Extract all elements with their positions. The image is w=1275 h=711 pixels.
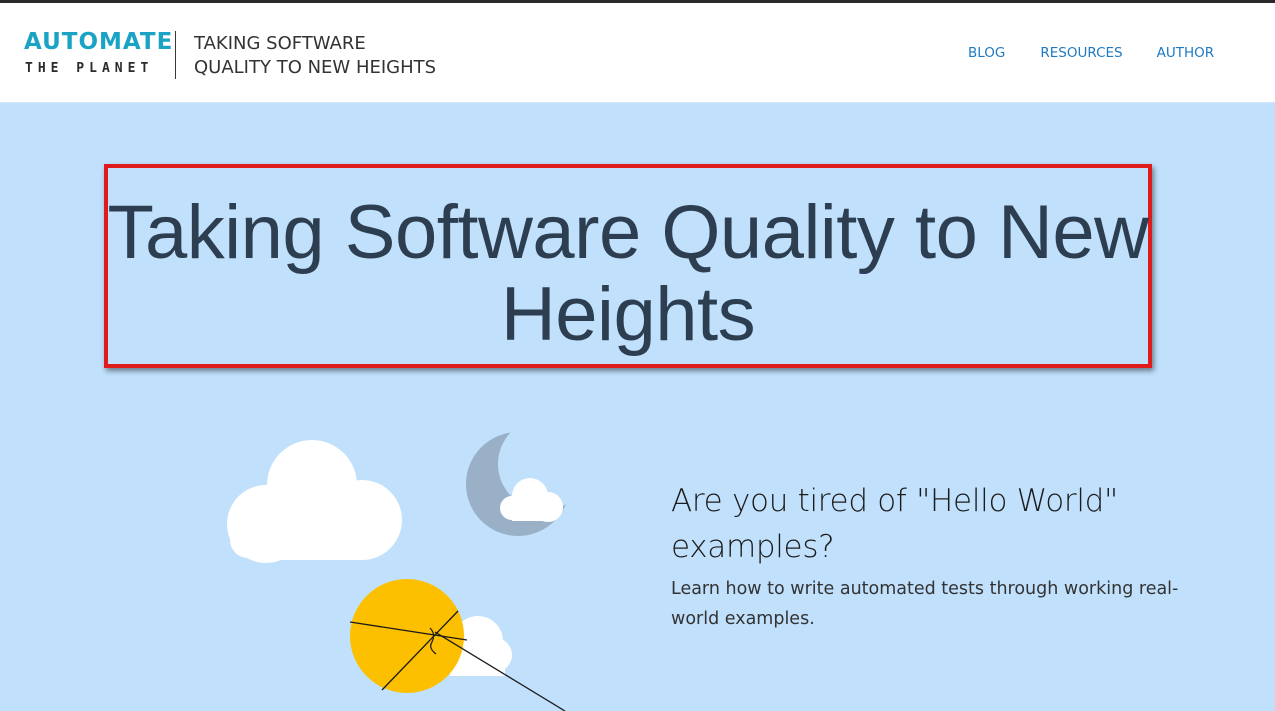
site-tagline: TAKING SOFTWARE QUALITY TO NEW HEIGHTS bbox=[194, 32, 436, 80]
pitch-heading: Are you tired of "Hello World" examples? bbox=[671, 483, 1118, 565]
kite-sun-icon bbox=[349, 579, 566, 711]
nav-blog[interactable]: BLOG bbox=[968, 44, 1005, 62]
header-divider bbox=[175, 31, 176, 79]
hero-title: Taking Software Quality to New Heights bbox=[107, 190, 1149, 357]
nav-author[interactable]: AUTHOR bbox=[1157, 44, 1215, 62]
hero-illustration bbox=[227, 418, 590, 711]
cloud-icon bbox=[227, 440, 402, 563]
tagline-line-1: TAKING SOFTWARE bbox=[194, 33, 366, 54]
pitch-subheading: Learn how to write automated tests throu… bbox=[671, 579, 1179, 629]
logo-subtitle: THE PLANET bbox=[25, 61, 154, 76]
site-logo[interactable]: AUTOMATE THE PLANET bbox=[24, 29, 172, 79]
nav-resources[interactable]: RESOURCES bbox=[1040, 44, 1122, 62]
site-header: AUTOMATE THE PLANET TAKING SOFTWARE QUAL… bbox=[0, 3, 1275, 103]
main-nav: BLOG RESOURCES AUTHOR bbox=[968, 44, 1214, 62]
moon-icon bbox=[466, 418, 590, 536]
logo-wordmark: AUTOMATE bbox=[24, 29, 174, 55]
tagline-line-2: QUALITY TO NEW HEIGHTS bbox=[194, 57, 437, 78]
